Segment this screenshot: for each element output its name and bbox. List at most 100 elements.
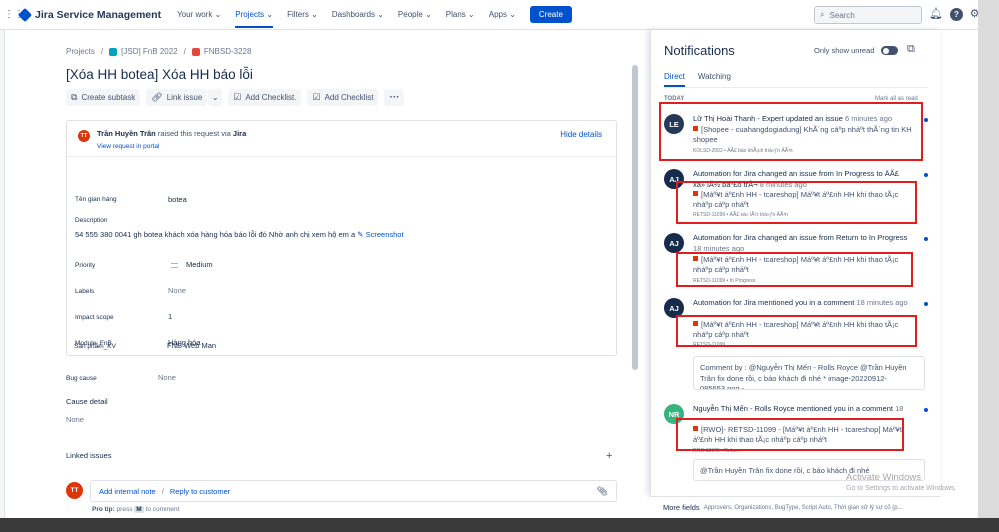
cause-detail-label: Cause detail [66,397,108,406]
issue-title[interactable]: [Xóa HH botea] Xóa HH báo lỗi [66,67,253,82]
impact-scope-label: Impact scope [75,314,114,321]
description-label: Description [75,217,108,224]
more-actions-button[interactable]: ··· [384,89,405,106]
notification-item[interactable]: AJ Automation for Jira changed an issue … [664,169,930,221]
nav-dashboards[interactable]: Dashboards ⌄ [332,10,384,19]
add-checklist-dot-button[interactable]: ☑ Add Checklist. [228,89,302,106]
impact-scope-value[interactable]: 1 [168,312,172,321]
tab-watching[interactable]: Watching [698,72,731,87]
product-name: Jira Service Management [35,8,162,21]
reply-to-customer-link[interactable]: Reply to customer [170,487,230,496]
today-heading: TODAY [664,96,685,102]
bug-type-icon [693,256,698,261]
project-avatar-icon [109,47,118,56]
app-switcher-icon[interactable]: ⋮⋮ [4,9,24,20]
chevron-down-icon: ⌄ [211,93,219,102]
comment-composer: TT Add internal note / Reply to customer… [66,480,617,502]
description-value[interactable]: 54 555 380 0041 gh botea khách xóa hàng … [75,230,404,239]
issue-scrollbar[interactable] [632,65,638,370]
settings-gear-icon[interactable]: ⚙ [968,8,978,21]
subtask-icon: ⧉ [71,92,78,102]
link-issue-dropdown[interactable]: ⌄ [208,89,223,106]
product-value[interactable]: FNB Web Man [167,341,216,350]
cause-detail-value[interactable]: None [66,415,84,424]
unread-dot[interactable] [924,237,928,241]
current-user-avatar: TT [66,482,83,499]
create-button[interactable]: Create [529,6,572,23]
breadcrumb-projects[interactable]: Projects [66,47,95,56]
issue-toolbar: ⧉ Create subtask 🔗︎ Link issue ⌄ ☑ Add C… [66,89,410,106]
labels-value[interactable]: None [168,286,186,295]
top-navigation: ⋮⋮ Jira Service Management Your work ⌄ P… [0,0,978,30]
more-icon: ··· [389,92,400,103]
store-name-label: Tên gian hàng [75,196,117,203]
breadcrumb: Projects / [JSD] FnB 2022 / FNBSD-3228 [66,47,252,56]
bug-type-icon [693,126,698,131]
bug-type-icon [191,47,200,56]
notification-item[interactable]: AJ Automation for Jira mentioned you in … [664,298,930,398]
add-linked-issue-icon[interactable]: + [606,450,612,462]
nav-plans[interactable]: Plans ⌄ [446,10,475,19]
unread-dot[interactable] [924,408,928,412]
unread-dot[interactable] [924,118,928,122]
more-fields-row[interactable]: More fields Approvers, Organizations, Bu… [650,496,940,518]
open-in-new-tab-icon[interactable]: ⧉ [907,43,915,56]
nav-projects[interactable]: Projects ⌄ [235,10,274,28]
bug-cause-value[interactable]: None [158,373,176,382]
bug-type-icon [693,191,698,196]
hide-details-button[interactable]: Hide details [560,130,602,139]
bug-cause-label: Bug cause [66,375,97,382]
attachment-icon[interactable]: 📎︎ [597,486,608,497]
breadcrumb-issue-key[interactable]: FNBSD-3228 [204,47,252,56]
app-frame: ⋮⋮ Jira Service Management Your work ⌄ P… [0,0,978,518]
issue-view: Projects / [JSD] FnB 2022 / FNBSD-3228 [… [0,30,640,518]
help-icon[interactable]: ? [950,8,963,21]
unread-dot[interactable] [924,173,928,177]
checkbox-icon: ☑ [312,92,321,102]
notifications-title: Notifications [664,43,735,58]
only-unread-label: Only show unread [814,46,875,55]
request-details-card: TT Trần Huyền Trân raised this request v… [66,120,617,356]
product-label: Sản phẩm_KV [74,343,116,350]
link-issue-button[interactable]: 🔗︎ Link issue [146,89,208,106]
avatar: NR [664,404,684,424]
bug-type-icon [693,321,698,326]
search-icon: ⌕ [820,10,825,19]
view-in-portal-link[interactable]: View request in portal [97,143,159,150]
create-subtask-button[interactable]: ⧉ Create subtask [66,89,141,106]
priority-medium-icon [171,262,178,268]
notification-tabs: Direct Watching [664,72,744,87]
request-summary: Trần Huyền Trân raised this request via … [97,129,247,138]
nav-your-work[interactable]: Your work ⌄ [177,10,221,19]
screenshot-attachment[interactable]: ✎ Screenshot [357,230,403,239]
notifications-bell-icon[interactable]: 🔔︎ [929,8,943,21]
priority-label: Priority [75,262,96,269]
linked-issues-heading: Linked issues [66,451,112,460]
browser-edge [978,0,999,518]
mark-all-read-button[interactable]: Mark all as read [875,96,918,102]
notifications-panel: Notifications Only show unread ⧉ Direct … [650,30,940,496]
product-logo[interactable]: Jira Service Management [17,7,162,22]
add-checklist-button[interactable]: ☑ Add Checklist [307,89,379,106]
breadcrumb-project[interactable]: [JSD] FnB 2022 [121,47,177,56]
notification-item[interactable]: LE Lữ Thị Hoài Thanh - Expert updated an… [664,114,930,158]
only-unread-toggle[interactable] [881,46,898,55]
nav-people[interactable]: People ⌄ [398,10,432,19]
tab-direct[interactable]: Direct [664,72,685,87]
priority-value[interactable]: Medium [171,260,213,269]
store-name-value[interactable]: botea [168,195,187,204]
add-internal-note-link[interactable]: Add internal note [99,487,156,496]
requester-avatar: TT [78,130,90,142]
avatar: AJ [664,169,684,189]
comment-input[interactable]: Add internal note / Reply to customer 📎︎ [90,480,617,502]
taskbar-edge [0,518,999,532]
avatar: LE [664,114,684,134]
comment-quote[interactable]: Comment by : @Nguyễn Thị Mến - Rolls Roy… [693,356,925,390]
unread-dot[interactable] [924,302,928,306]
search-input[interactable]: ⌕ Search [814,6,922,24]
nav-apps[interactable]: Apps ⌄ [489,10,516,19]
avatar: AJ [664,298,684,318]
nav-filters[interactable]: Filters ⌄ [287,10,318,19]
notification-item[interactable]: AJ Automation for Jira changed an issue … [664,233,930,288]
activate-windows-watermark: Activate Windows Go to Settings to activ… [846,472,957,492]
